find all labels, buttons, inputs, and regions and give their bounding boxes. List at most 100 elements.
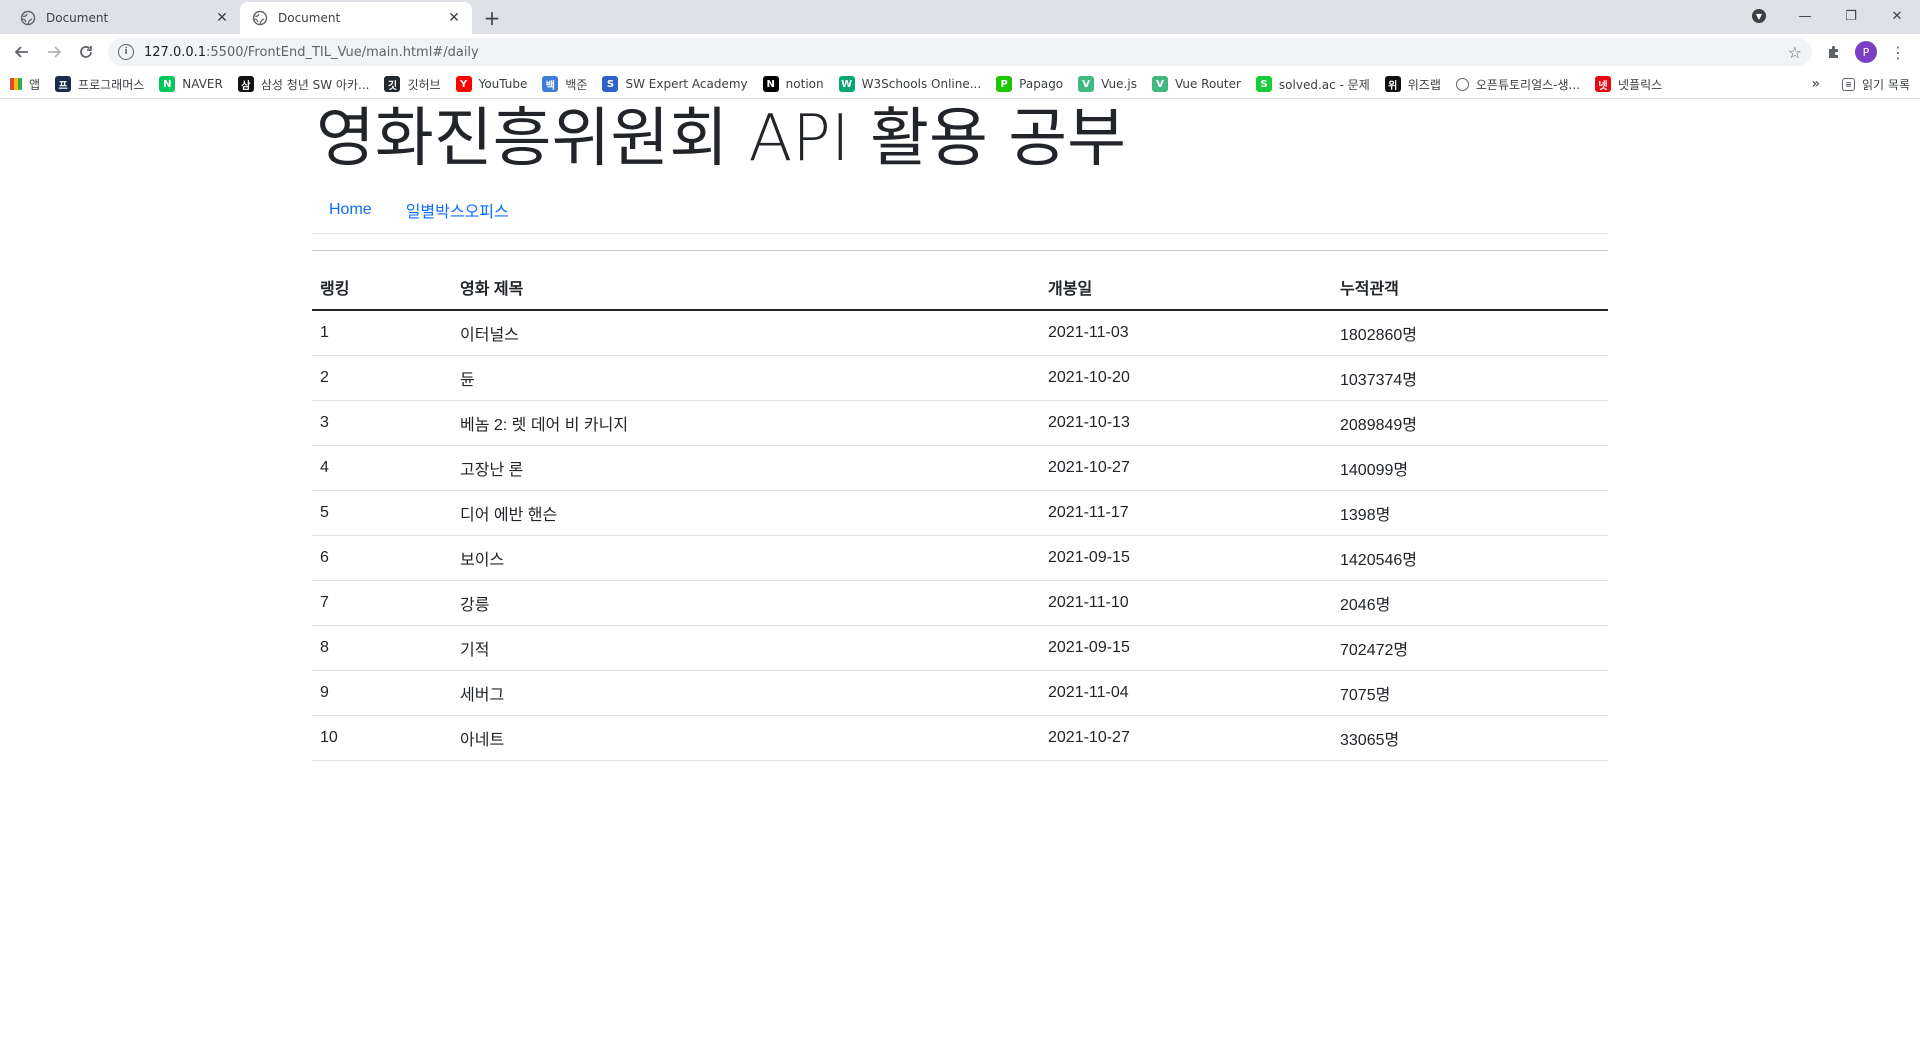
restore-button[interactable]: ❐	[1828, 0, 1874, 32]
minimize-button[interactable]: —	[1782, 0, 1828, 32]
table-row: 6 보이스 2021-09-15 1420546명	[312, 535, 1608, 581]
browser-tab-2[interactable]: Document ✕	[240, 2, 472, 34]
arrow-left-icon	[14, 46, 28, 58]
solvedac-icon: S	[1255, 76, 1272, 92]
profile-button[interactable]: P	[1850, 36, 1882, 68]
info-icon[interactable]: i	[118, 44, 134, 60]
bookmark-item[interactable]: S SW Expert Academy	[602, 76, 748, 92]
cell-movie-title: 기적	[452, 625, 1040, 671]
table-row: 9 세버그 2021-11-04 7075명	[312, 670, 1608, 716]
cell-audience: 33065명	[1332, 715, 1608, 761]
close-icon[interactable]: ✕	[446, 10, 462, 26]
bookmark-label: 오픈튜토리얼스-생...	[1475, 77, 1580, 92]
bookmark-star-icon[interactable]: ☆	[1788, 43, 1802, 62]
vue-router-icon: V	[1151, 76, 1168, 92]
bookmark-item[interactable]: V Vue Router	[1151, 76, 1241, 92]
reload-button[interactable]	[70, 36, 102, 68]
bookmark-label: W3Schools Online...	[861, 77, 982, 91]
cell-release-date: 2021-09-15	[1040, 535, 1332, 581]
main-nav: Home 일별박스오피스	[312, 193, 1608, 227]
cell-rank: 10	[312, 715, 452, 761]
cell-rank: 4	[312, 445, 452, 491]
cell-audience: 1420546명	[1332, 535, 1608, 581]
address-bar[interactable]: i 127.0.0.1:5500/FrontEnd_TIL_Vue/main.h…	[108, 38, 1812, 66]
cell-release-date: 2021-11-17	[1040, 490, 1332, 536]
cell-movie-title: 아네트	[452, 715, 1040, 761]
bookmark-label: solved.ac - 문제	[1278, 77, 1370, 92]
table-row: 10 아네트 2021-10-27 33065명	[312, 715, 1608, 761]
cell-audience: 702472명	[1332, 625, 1608, 671]
bookmark-item[interactable]: Ssolved.ac - 문제	[1255, 76, 1370, 93]
back-button[interactable]	[6, 36, 38, 68]
cell-audience: 1037374명	[1332, 355, 1608, 401]
globe-icon	[20, 10, 36, 26]
table-row: 7 강릉 2021-11-10 2046명	[312, 580, 1608, 626]
bookmark-item[interactable]: 깃 깃허브	[384, 76, 441, 93]
avatar: P	[1855, 41, 1877, 63]
cell-audience: 2089849명	[1332, 400, 1608, 446]
nav-link-daily-box-office[interactable]: 일별박스오피스	[389, 198, 526, 222]
bookmarks-bar: 앱 프 프로그래머스 N NAVER 삼 삼성 청년 SW 아카... 깃 깃허브 Y YouTub…	[0, 70, 1920, 99]
header-audience: 누적관객	[1332, 265, 1608, 311]
bookmark-item[interactable]: 앱	[10, 76, 40, 93]
close-window-button[interactable]: ✕	[1874, 0, 1920, 32]
bookmark-item[interactable]: 오픈튜토리얼스-생...	[1455, 76, 1580, 93]
bookmark-item[interactable]: 백 백준	[542, 76, 587, 93]
table-header-row: 랭킹 영화 제목 개봉일 누적관객	[312, 265, 1608, 311]
globe-icon	[252, 10, 268, 26]
bookmark-label: YouTube	[478, 77, 528, 91]
chevron-down-icon: ▼	[1752, 9, 1766, 23]
table-row: 2 듄 2021-10-20 1037374명	[312, 355, 1608, 401]
cell-rank: 5	[312, 490, 452, 536]
header-rank: 랭킹	[312, 265, 452, 311]
bookmark-item[interactable]: 삼 삼성 청년 SW 아카...	[237, 76, 369, 93]
nav-link-home[interactable]: Home	[312, 201, 389, 219]
tab-title: Document	[278, 11, 341, 25]
cell-rank: 2	[312, 355, 452, 401]
swea-icon: S	[602, 76, 619, 92]
new-tab-button[interactable]: +	[478, 4, 506, 32]
bookmark-item[interactable]: Y YouTube	[455, 76, 528, 92]
bookmark-item[interactable]: Nnotion	[762, 76, 824, 92]
bookmark-label: 백준	[565, 77, 588, 92]
wizlab-icon: 위	[1384, 76, 1401, 92]
browser-tab-1[interactable]: Document ✕	[8, 2, 240, 34]
more-menu-icon[interactable]: ⋮	[1882, 36, 1914, 68]
bookmark-label: 앱	[29, 77, 41, 92]
window-controls: ▼ — ❐ ✕	[1736, 0, 1920, 32]
bookmark-item[interactable]: 넷 넷플릭스	[1595, 76, 1662, 93]
bookmark-item[interactable]: 위 위즈랩	[1384, 76, 1441, 93]
content-container: 영화진흥위원회 API 활용 공부 Home 일별박스오피스 랭킹 영화 제목 …	[312, 101, 1608, 761]
cell-audience: 1802860명	[1332, 310, 1608, 356]
youtube-icon: Y	[455, 76, 472, 92]
cell-rank: 7	[312, 580, 452, 626]
reading-list-button[interactable]: ≡ 읽기 목록	[1842, 76, 1910, 93]
cell-audience: 1398명	[1332, 490, 1608, 536]
bookmarks-right: » ≡ 읽기 목록	[1811, 70, 1910, 98]
cell-release-date: 2021-11-04	[1040, 670, 1332, 716]
close-icon[interactable]: ✕	[214, 10, 230, 26]
bookmark-item[interactable]: W W3Schools Online...	[838, 76, 982, 92]
table-body: 1 이터널스 2021-11-03 1802860명 2 듄 2021-10-20 10373…	[312, 310, 1608, 761]
bookmark-label: 위즈랩	[1407, 77, 1441, 92]
cell-movie-title: 고장난 론	[452, 445, 1040, 491]
extensions-icon[interactable]	[1818, 36, 1850, 68]
bookmark-label: 프로그래머스	[78, 77, 145, 92]
tab-search-button[interactable]: ▼	[1736, 0, 1782, 32]
bookmark-item[interactable]: N NAVER	[159, 76, 223, 92]
page: 영화진흥위원회 API 활용 공부 Home 일별박스오피스 랭킹 영화 제목 …	[0, 101, 1920, 761]
cell-release-date: 2021-11-03	[1040, 310, 1332, 356]
chevron-double-right-icon[interactable]: »	[1811, 76, 1820, 92]
bookmark-item[interactable]: V Vue.js	[1078, 76, 1137, 92]
bookmark-item[interactable]: P Papago	[996, 76, 1063, 92]
forward-button[interactable]	[38, 36, 70, 68]
bookmark-label: notion	[785, 77, 824, 91]
table-row: 4 고장난 론 2021-10-27 140099명	[312, 445, 1608, 491]
cell-audience: 2046명	[1332, 580, 1608, 626]
bookmark-label: NAVER	[182, 77, 223, 91]
bookmark-item[interactable]: 프 프로그래머스	[55, 76, 144, 93]
browser-toolbar: i 127.0.0.1:5500/FrontEnd_TIL_Vue/main.h…	[0, 34, 1920, 70]
cell-movie-title: 베놈 2: 렛 데어 비 카니지	[452, 400, 1040, 446]
divider	[312, 233, 1608, 234]
reload-icon	[80, 46, 92, 58]
